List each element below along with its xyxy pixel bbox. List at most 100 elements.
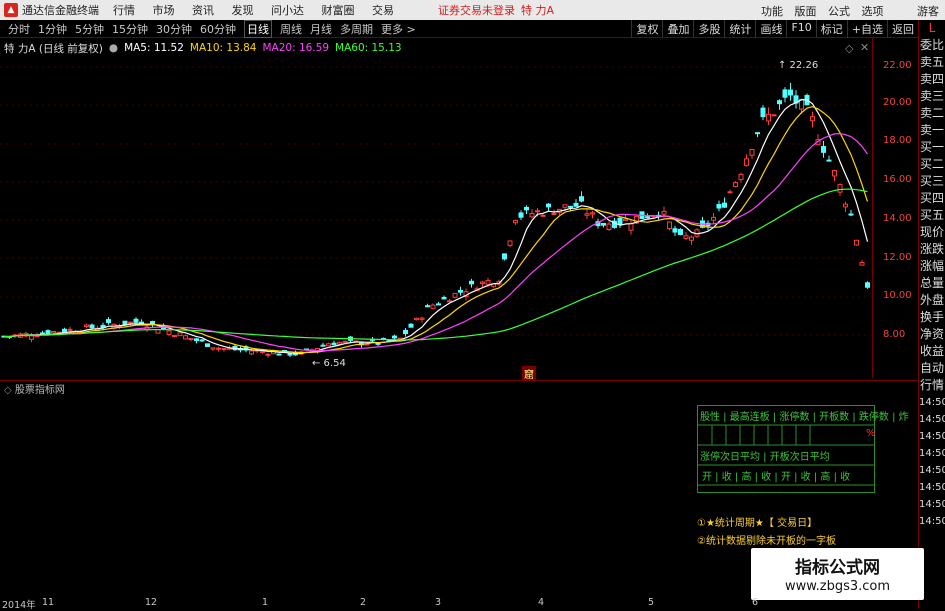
- candle[interactable]: [425, 303, 430, 308]
- candle[interactable]: [601, 222, 606, 228]
- candle[interactable]: [469, 278, 474, 288]
- menu-function[interactable]: 功能: [761, 5, 783, 18]
- menu-formula[interactable]: 公式: [828, 5, 850, 18]
- period-30min[interactable]: 30分钟: [156, 21, 192, 37]
- period-weekly[interactable]: 周线: [280, 21, 302, 37]
- menu-ask[interactable]: 问小达: [271, 4, 304, 17]
- side-item[interactable]: 自动: [919, 360, 945, 377]
- menu-market-quotes[interactable]: 行情: [113, 4, 135, 17]
- candle[interactable]: [590, 210, 595, 219]
- candle[interactable]: [221, 348, 227, 352]
- candle[interactable]: [782, 87, 788, 103]
- tool-back[interactable]: 返回: [887, 20, 918, 38]
- period-daily[interactable]: 日线: [244, 19, 272, 38]
- tool-f10[interactable]: F10: [786, 20, 815, 38]
- period-15min[interactable]: 15分钟: [112, 21, 148, 37]
- candle[interactable]: [546, 203, 551, 211]
- tool-add-favorite[interactable]: +自选: [846, 20, 887, 38]
- candle[interactable]: [480, 280, 485, 288]
- pane-marker[interactable]: 窟: [522, 366, 536, 381]
- candle[interactable]: [216, 346, 221, 352]
- candle[interactable]: [738, 172, 744, 183]
- candle[interactable]: [287, 353, 293, 358]
- period-60min[interactable]: 60分钟: [200, 21, 236, 37]
- candle[interactable]: [854, 239, 859, 246]
- candle[interactable]: [832, 169, 837, 182]
- candle[interactable]: [507, 240, 513, 247]
- menu-wealth[interactable]: 财富圈: [322, 4, 355, 17]
- candle[interactable]: [502, 253, 507, 261]
- tool-overlay[interactable]: 叠加: [662, 20, 693, 38]
- candle[interactable]: [865, 281, 870, 289]
- candle[interactable]: [810, 111, 815, 128]
- tool-mark[interactable]: 标记: [815, 20, 847, 38]
- candle[interactable]: [452, 292, 458, 299]
- menu-news[interactable]: 资讯: [192, 4, 214, 17]
- candle[interactable]: [705, 220, 711, 231]
- side-item[interactable]: L: [919, 20, 945, 37]
- menu-options[interactable]: 选项: [862, 5, 884, 18]
- candle[interactable]: [727, 189, 733, 194]
- menu-discover[interactable]: 发现: [232, 4, 254, 17]
- candle[interactable]: [760, 105, 766, 121]
- candle[interactable]: [826, 155, 832, 162]
- candle[interactable]: [771, 114, 777, 117]
- candle[interactable]: [678, 228, 683, 236]
- candle[interactable]: [210, 347, 216, 351]
- candle[interactable]: [573, 199, 579, 207]
- candle[interactable]: [205, 343, 210, 348]
- candle[interactable]: [320, 342, 326, 347]
- candle[interactable]: [557, 208, 562, 215]
- tool-adjust[interactable]: 复权: [631, 20, 662, 38]
- candle[interactable]: [276, 353, 282, 356]
- candle[interactable]: [117, 323, 122, 330]
- candle[interactable]: [106, 317, 111, 325]
- candle[interactable]: [529, 209, 535, 219]
- candle[interactable]: [579, 191, 584, 203]
- period-monthly[interactable]: 月线: [310, 21, 332, 37]
- candle[interactable]: [436, 301, 441, 306]
- candle[interactable]: [672, 225, 678, 237]
- candle[interactable]: [859, 259, 865, 266]
- candle[interactable]: [716, 200, 722, 212]
- pane-close-icon[interactable]: ✕: [860, 41, 869, 54]
- candle[interactable]: [265, 353, 271, 358]
- candle[interactable]: [711, 212, 716, 225]
- candle[interactable]: [177, 332, 183, 337]
- candle[interactable]: [447, 299, 452, 303]
- period-more[interactable]: 更多 >: [381, 21, 416, 37]
- period-5min[interactable]: 5分钟: [75, 21, 104, 37]
- candle[interactable]: [683, 231, 689, 241]
- candle[interactable]: [166, 330, 172, 336]
- candle[interactable]: [441, 295, 447, 300]
- login-status[interactable]: 证券交易未登录: [438, 2, 515, 18]
- candlestick-chart[interactable]: ← 6.54 ↑ 22.26: [0, 56, 872, 378]
- side-item[interactable]: 行情: [919, 377, 945, 394]
- candle[interactable]: [584, 208, 590, 220]
- indicator-settings-icon[interactable]: ◇: [4, 385, 12, 396]
- candle[interactable]: [84, 323, 89, 329]
- candle[interactable]: [430, 303, 436, 310]
- candle[interactable]: [793, 90, 799, 109]
- candle[interactable]: [755, 132, 760, 138]
- tool-draw[interactable]: 画线: [755, 20, 786, 38]
- settings-dot-icon[interactable]: ●: [109, 42, 118, 54]
- candle[interactable]: [513, 219, 518, 225]
- candle[interactable]: [40, 330, 45, 335]
- menu-market[interactable]: 市场: [153, 4, 175, 17]
- candle[interactable]: [458, 286, 463, 296]
- candle[interactable]: [766, 107, 771, 125]
- menu-layout[interactable]: 版面: [795, 5, 817, 18]
- candle[interactable]: [749, 148, 755, 160]
- candle[interactable]: [733, 181, 738, 188]
- candle[interactable]: [375, 342, 381, 347]
- candle[interactable]: [722, 197, 727, 208]
- candle[interactable]: [788, 82, 793, 101]
- candle[interactable]: [172, 334, 177, 338]
- candle[interactable]: [188, 338, 194, 342]
- candle[interactable]: [133, 317, 139, 324]
- guest-label[interactable]: 游客: [917, 5, 939, 18]
- period-intraday[interactable]: 分时: [8, 21, 30, 37]
- candle[interactable]: [689, 235, 694, 245]
- candle[interactable]: [419, 316, 425, 323]
